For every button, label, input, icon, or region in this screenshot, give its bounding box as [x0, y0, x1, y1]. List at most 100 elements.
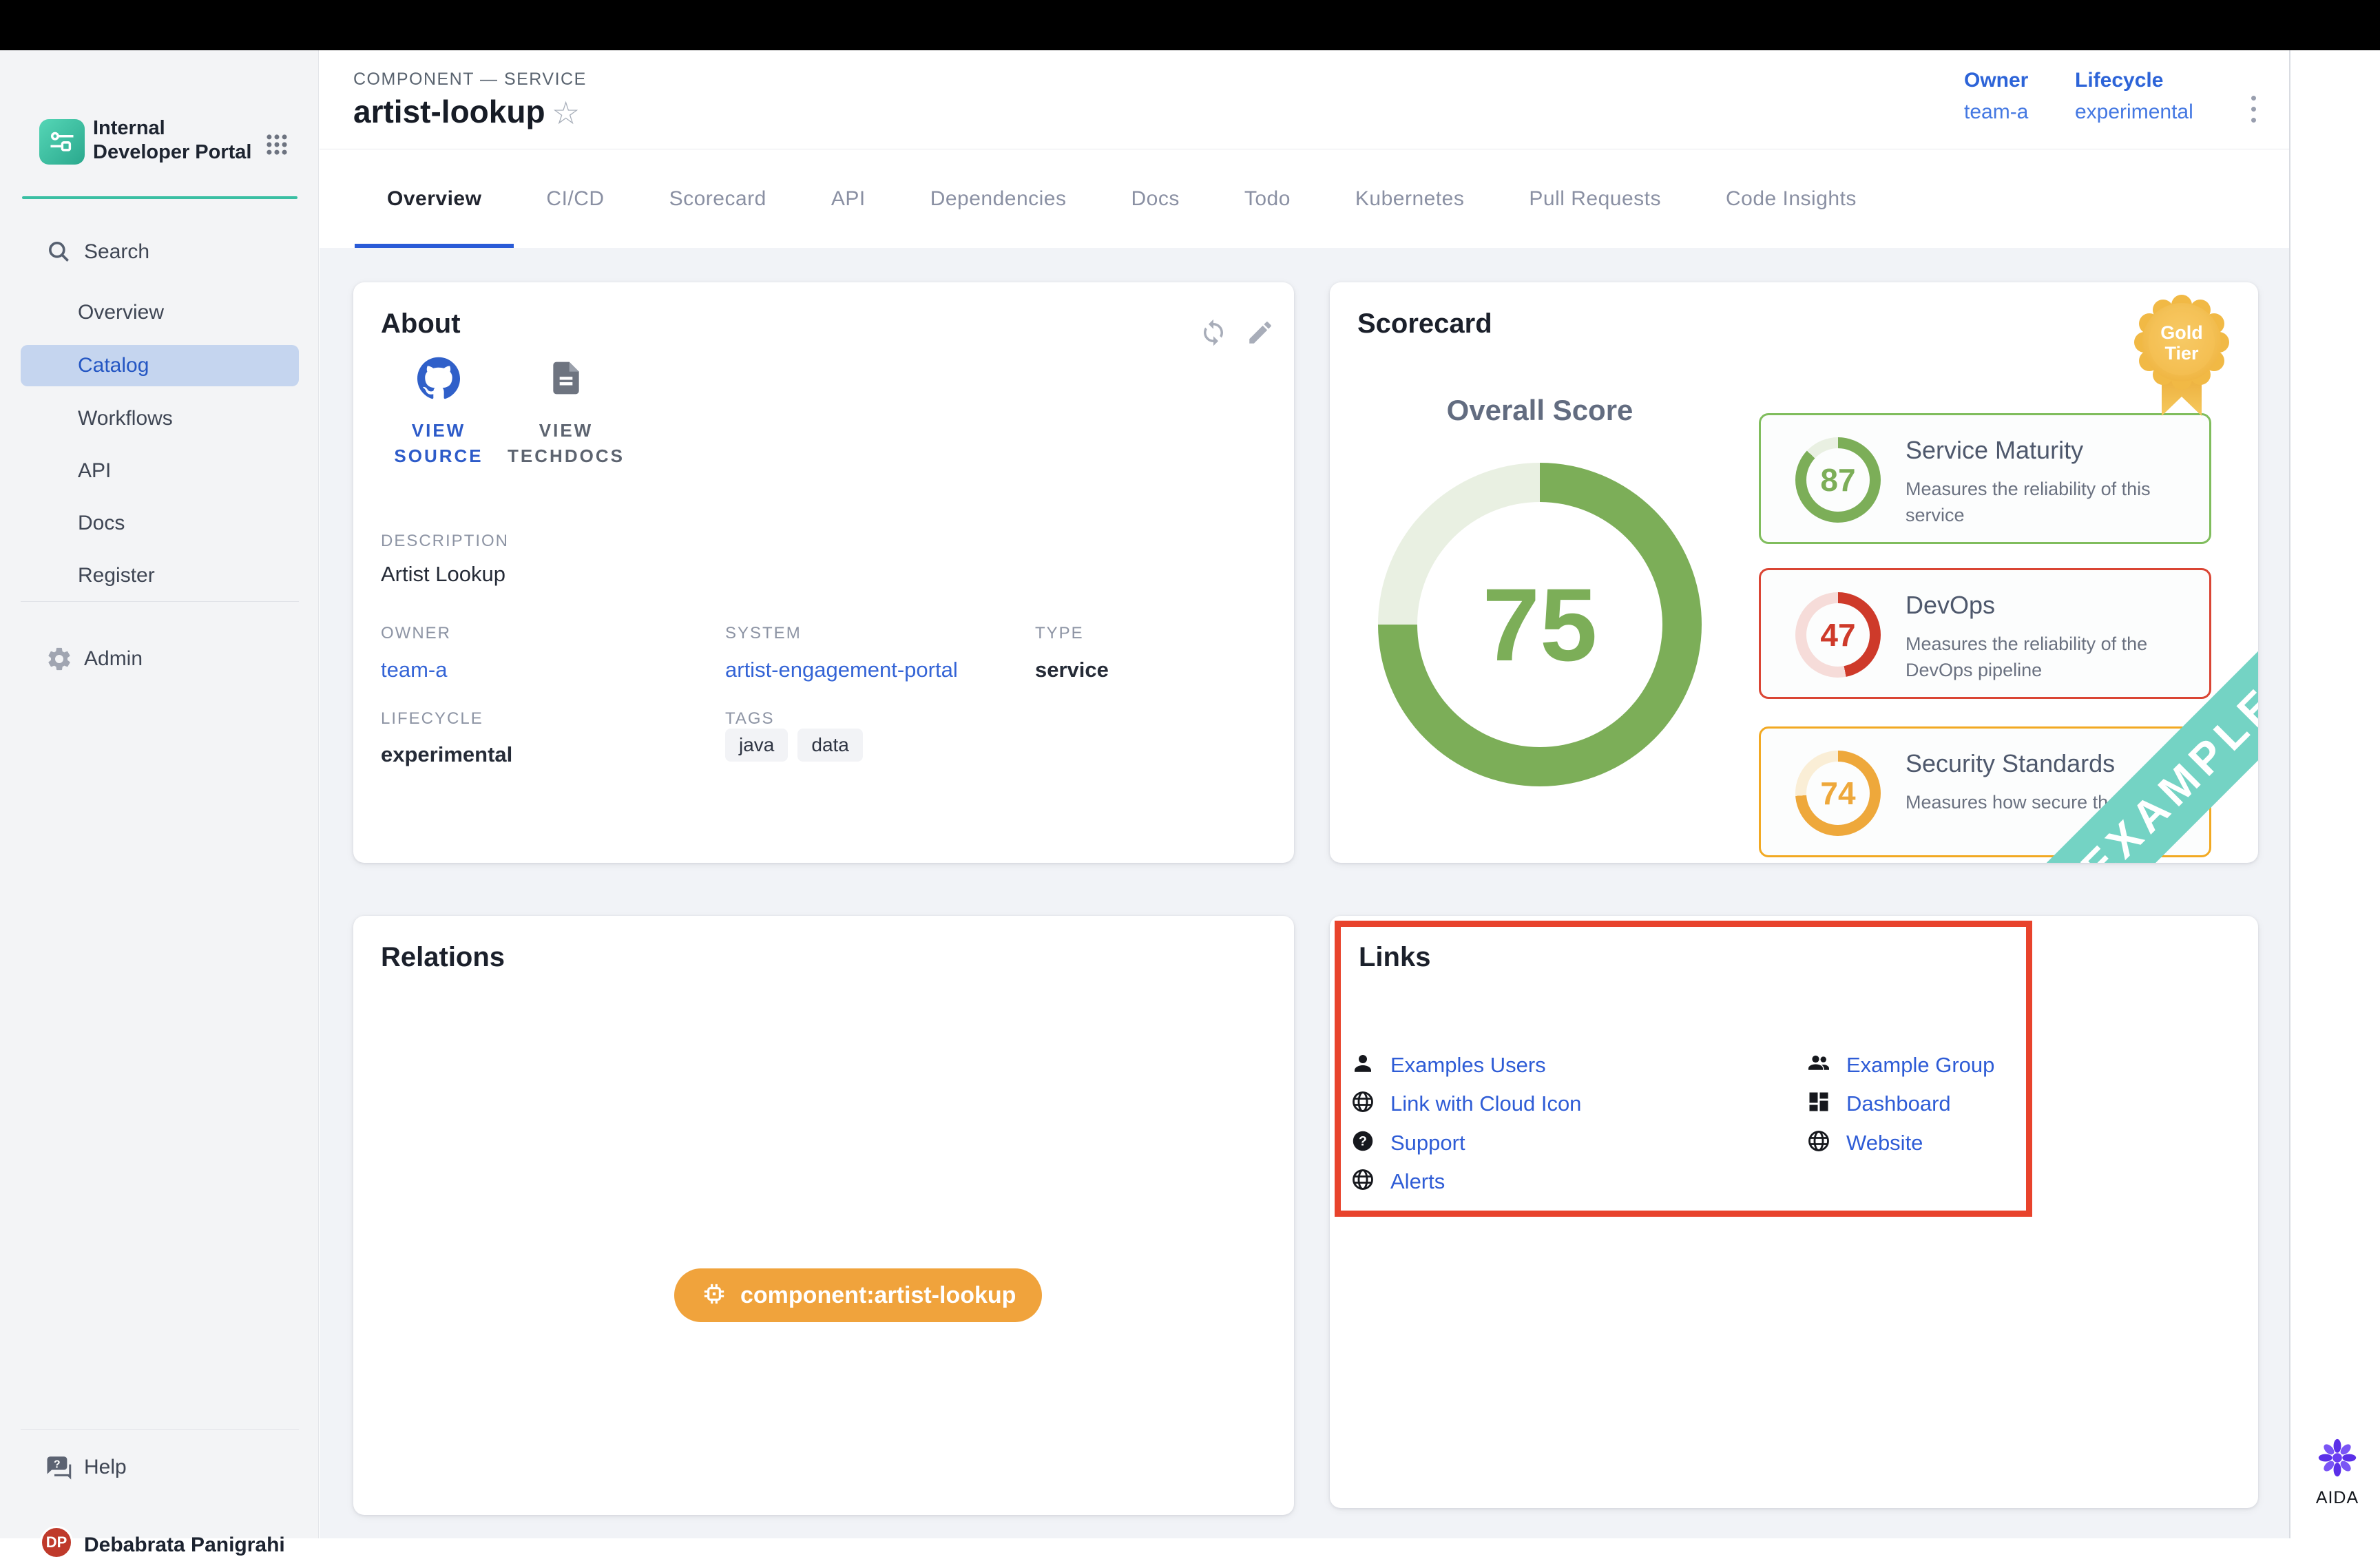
help-chat-icon: ?	[44, 1453, 74, 1482]
svg-text:Gold: Gold	[2160, 322, 2203, 343]
person-icon	[1350, 1051, 1375, 1079]
metric-title: Service Maturity	[1906, 436, 2083, 465]
lifecycle-value: experimental	[381, 742, 512, 767]
entity-header: COMPONENT — SERVICE artist-lookup ☆ Owne…	[320, 50, 2289, 149]
globe-icon	[1350, 1089, 1375, 1118]
overall-score-value: 75	[1378, 463, 1702, 786]
lifecycle-meta: Lifecycle experimental	[2075, 69, 2193, 124]
chip-cpu-icon	[700, 1280, 728, 1311]
group-icon	[1806, 1051, 1831, 1079]
relations-entity-chip[interactable]: component:artist-lookup	[674, 1268, 1042, 1322]
top-black-bar	[0, 0, 2380, 50]
type-label: TYPE	[1035, 624, 1084, 643]
description-label: DESCRIPTION	[381, 532, 509, 551]
sidebar-item-catalog[interactable]: Catalog	[21, 345, 299, 386]
metric-gauge: 47	[1795, 592, 1881, 678]
tab-overview[interactable]: Overview	[355, 149, 514, 248]
relations-title: Relations	[381, 942, 505, 973]
system-link[interactable]: artist-engagement-portal	[725, 658, 958, 682]
view-techdocs-button[interactable]: VIEW TECHDOCS	[501, 357, 631, 469]
portal-title: Internal Developer Portal	[93, 116, 258, 165]
tab-pull-requests[interactable]: Pull Requests	[1496, 149, 1693, 248]
link-support[interactable]: ? Support	[1350, 1129, 1465, 1157]
about-card: About VIEW SOURCE	[353, 282, 1294, 863]
sidebar-item-workflows[interactable]: Workflows	[0, 398, 319, 439]
sidebar-item-overview[interactable]: Overview	[0, 292, 319, 333]
tab-todo[interactable]: Todo	[1212, 149, 1323, 248]
sidebar-item-admin[interactable]: Admin	[0, 638, 319, 680]
aida-flower-icon	[2317, 1438, 2357, 1481]
gold-tier-badge-icon: Gold Tier	[2130, 291, 2233, 420]
more-options-kebab-icon[interactable]	[2240, 81, 2267, 136]
link-alerts[interactable]: Alerts	[1350, 1167, 1445, 1195]
scorecard-card: Scorecard	[1330, 282, 2258, 863]
entity-tabs: Overview CI/CD Scorecard API Dependencie…	[320, 149, 2289, 248]
metric-gauge: 74	[1795, 751, 1881, 836]
aida-label: AIDA	[2316, 1488, 2359, 1508]
edit-pencil-icon[interactable]	[1246, 318, 1275, 347]
sidebar-item-docs[interactable]: Docs	[0, 503, 319, 544]
tab-docs[interactable]: Docs	[1099, 149, 1212, 248]
favorite-star-icon[interactable]: ☆	[552, 94, 580, 132]
entity-kind-breadcrumb: COMPONENT — SERVICE	[353, 70, 587, 90]
metric-gauge: 87	[1795, 437, 1881, 523]
tab-api[interactable]: API	[799, 149, 898, 248]
svg-text:Tier: Tier	[2164, 343, 2199, 364]
overall-score-label: Overall Score	[1378, 394, 1702, 427]
right-rail-divider	[2289, 50, 2290, 1538]
tab-cicd[interactable]: CI/CD	[514, 149, 636, 248]
owner-link[interactable]: team-a	[381, 658, 447, 682]
user-name[interactable]: Debabrata Panigrahi	[84, 1534, 285, 1557]
metric-card-service-maturity[interactable]: 87 Service Maturity Measures the reliabi…	[1759, 413, 2211, 544]
tags-label: TAGS	[725, 709, 775, 729]
sidebar-item-search[interactable]: Search	[0, 231, 319, 273]
view-source-button[interactable]: VIEW SOURCE	[384, 357, 494, 469]
sidebar: Internal Developer Portal Search Overvie…	[0, 50, 319, 1538]
tab-kubernetes[interactable]: Kubernetes	[1323, 149, 1496, 248]
search-icon	[44, 239, 74, 265]
owner-meta[interactable]: Owner team-a	[1964, 69, 2028, 124]
page-title: artist-lookup	[353, 93, 545, 130]
apps-grid-icon[interactable]	[264, 132, 290, 158]
tag-chip[interactable]: data	[797, 729, 863, 762]
metric-description: Measures the reliability of the DevOps p…	[1906, 631, 2202, 683]
overall-score-gauge: 75	[1378, 463, 1702, 786]
type-value: service	[1035, 658, 1109, 682]
globe-icon	[1350, 1167, 1375, 1195]
metric-title: DevOps	[1906, 591, 1995, 620]
owner-label: OWNER	[381, 624, 451, 643]
portal-logo-icon	[39, 119, 85, 165]
brand-divider	[22, 196, 298, 199]
tab-code-insights[interactable]: Code Insights	[1693, 149, 1889, 248]
metric-card-devops[interactable]: 47 DevOps Measures the reliability of th…	[1759, 568, 2211, 699]
svg-text:?: ?	[1359, 1134, 1367, 1149]
tab-dependencies[interactable]: Dependencies	[898, 149, 1099, 248]
dashboard-icon	[1806, 1089, 1831, 1118]
tab-scorecard[interactable]: Scorecard	[637, 149, 799, 248]
sidebar-item-api[interactable]: API	[0, 450, 319, 492]
links-card: Links Examples Users Link with Cloud Ico…	[1330, 916, 2258, 1508]
sidebar-item-help[interactable]: ? Help	[0, 1447, 319, 1488]
svg-text:?: ?	[54, 1459, 61, 1471]
content-area: About VIEW SOURCE	[320, 248, 2289, 1538]
link-example-group[interactable]: Example Group	[1806, 1051, 1994, 1079]
link-dashboard[interactable]: Dashboard	[1806, 1089, 1951, 1118]
tags-list: java data	[725, 729, 863, 762]
chip-label: component:artist-lookup	[740, 1282, 1016, 1309]
link-examples-users[interactable]: Examples Users	[1350, 1051, 1546, 1079]
link-with-cloud-icon[interactable]: Link with Cloud Icon	[1350, 1089, 1581, 1118]
metric-title: Security Standards	[1906, 749, 2115, 778]
metric-description: Measures the reliability of this service	[1906, 476, 2202, 528]
links-title: Links	[1359, 942, 1430, 973]
sidebar-divider	[21, 1429, 299, 1430]
sidebar-item-register[interactable]: Register	[0, 555, 319, 596]
about-title: About	[381, 308, 461, 339]
sidebar-divider	[21, 601, 299, 602]
aida-assistant-widget[interactable]: AIDA	[2311, 1438, 2363, 1508]
link-website[interactable]: Website	[1806, 1129, 1923, 1157]
user-avatar[interactable]: DP	[40, 1526, 73, 1559]
system-label: SYSTEM	[725, 624, 802, 643]
refresh-icon[interactable]	[1199, 318, 1228, 347]
globe-icon	[1806, 1129, 1831, 1157]
tag-chip[interactable]: java	[725, 729, 788, 762]
